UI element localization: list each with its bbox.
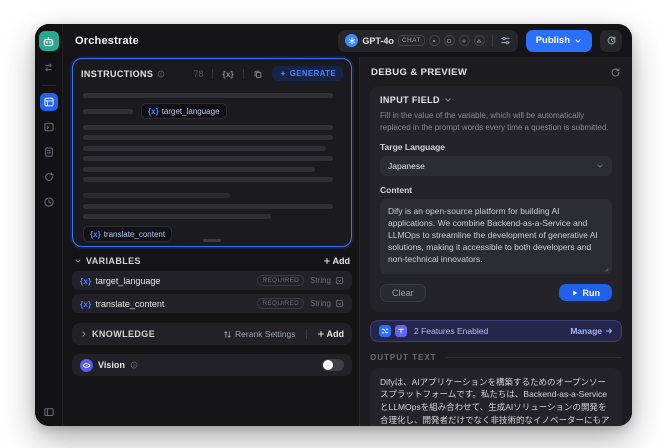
variable-tag-translate-content[interactable]: {x} translate_content [83, 226, 173, 242]
copy-prompt-icon[interactable] [253, 69, 263, 79]
required-badge: REQUIRED [257, 298, 305, 309]
chevron-down-icon[interactable] [74, 257, 82, 265]
insert-variable-icon[interactable]: {x} [222, 69, 233, 79]
add-variable-button[interactable]: Add [323, 256, 350, 266]
variable-tag-target-language[interactable]: {x} target_language [141, 103, 227, 119]
history-button[interactable] [600, 29, 622, 52]
instructions-header: INSTRUCTIONS 78 {x} GENERATE [73, 59, 351, 84]
info-icon [157, 70, 165, 78]
refresh-icon[interactable] [610, 67, 621, 78]
app-window: Orchestrate GPT-4o CHAT Publish INSTRUCT… [35, 24, 632, 426]
content-field-label: Content [380, 185, 413, 196]
top-bar: Orchestrate GPT-4o CHAT Publish [63, 24, 632, 57]
plus-icon [323, 258, 330, 264]
pill-divider [491, 34, 493, 47]
play-icon [572, 290, 577, 295]
sidebar-item-preview[interactable] [40, 118, 58, 136]
instructions-title: INSTRUCTIONS [81, 68, 154, 79]
input-field-title: INPUT FIELD [380, 95, 440, 105]
page-title: Orchestrate [75, 34, 139, 47]
collapse-panel-icon[interactable] [35, 406, 62, 418]
knowledge-title: KNOWLEDGE [92, 329, 156, 339]
language-select-value: Japanese [388, 161, 425, 172]
sidebar-item-orchestrate[interactable] [39, 93, 58, 111]
generate-button[interactable]: GENERATE [271, 66, 343, 81]
debug-title: DEBUG & PREVIEW [371, 67, 468, 78]
knowledge-section[interactable]: KNOWLEDGE Rerank Settings Add [72, 323, 352, 345]
char-count: 78 [193, 68, 204, 79]
chevron-down-icon [596, 162, 604, 170]
instructions-editor[interactable]: INSTRUCTIONS 78 {x} GENERATE {x} target_… [72, 58, 352, 247]
rerank-icon [224, 330, 231, 338]
model-capability-icon [443, 35, 455, 46]
model-name: GPT-4o [362, 35, 394, 46]
language-select[interactable]: Japanese [380, 156, 612, 177]
swap-icon[interactable] [40, 58, 58, 76]
input-field-card: INPUT FIELD Fill in the value of the var… [370, 86, 622, 312]
publish-button[interactable]: Publish [525, 29, 592, 52]
features-enabled-bar[interactable]: 2 Features Enabled Manage [370, 319, 622, 342]
model-selector[interactable]: GPT-4o CHAT [338, 29, 518, 52]
add-knowledge-button[interactable]: Add [317, 329, 344, 339]
sidebar-item-monitoring[interactable] [40, 193, 58, 211]
arrow-right-icon [606, 328, 612, 333]
clear-button[interactable]: Clear [380, 283, 426, 302]
rail-divider [41, 85, 56, 86]
output-divider [444, 356, 622, 358]
chevron-right-icon[interactable] [80, 330, 88, 338]
variable-row[interactable]: {x} target_language REQUIRED String [72, 271, 352, 290]
nav-rail [35, 24, 63, 426]
openai-logo-icon [345, 34, 359, 47]
sidebar-item-annotation[interactable] [40, 168, 58, 186]
variables-section-header: VARIABLES Add [72, 247, 352, 271]
configuration-panel: INSTRUCTIONS 78 {x} GENERATE {x} target_… [63, 57, 359, 426]
model-mode-badge: CHAT [397, 35, 425, 46]
prompt-content: {x} target_language {x} translate_conten… [73, 84, 351, 246]
resize-drag-handle[interactable] [203, 239, 221, 242]
resize-corner-icon[interactable] [602, 265, 609, 272]
output-card: Difyは、AIアプリケーションを構築するためのオープンソースプラットフォームで… [370, 367, 622, 426]
chevron-down-icon [444, 96, 452, 104]
history-icon [607, 36, 615, 45]
input-field-description: Fill in the value of the variable, which… [380, 111, 609, 132]
rerank-settings-button[interactable]: Rerank Settings [223, 329, 296, 339]
sidebar-item-logs[interactable] [40, 143, 58, 161]
language-field-label: Targe Language [380, 142, 446, 153]
output-text-title: OUTPUT TEXT [370, 352, 437, 362]
info-icon [130, 361, 138, 369]
content-value: Dify is an open-source platform for buil… [388, 206, 598, 265]
output-text: Difyは、AIアプリケーションを構築するためのオープンソースプラットフォームで… [380, 376, 610, 425]
run-button[interactable]: Run [558, 284, 612, 301]
features-label: 2 Features Enabled [414, 325, 489, 336]
app-robot-icon[interactable] [38, 31, 59, 51]
vision-toggle[interactable] [322, 359, 344, 371]
tune-sliders-icon[interactable] [500, 35, 511, 46]
variable-row[interactable]: {x} translate_content REQUIRED String [72, 294, 352, 313]
feature-more-like-this-icon [379, 324, 391, 337]
input-field-header[interactable]: INPUT FIELD [380, 95, 612, 105]
sparkle-icon [279, 70, 286, 76]
plus-icon [317, 331, 324, 337]
vision-label: Vision [98, 360, 125, 370]
required-badge: REQUIRED [257, 275, 305, 286]
model-capability-icon [458, 35, 470, 46]
string-type-icon[interactable] [335, 276, 344, 285]
publish-label: Publish [535, 35, 570, 46]
eye-icon [80, 358, 93, 372]
debug-panel: DEBUG & PREVIEW INPUT FIELD Fill in the … [359, 57, 632, 426]
feature-text-to-speech-icon [395, 324, 407, 337]
content-textarea[interactable]: Dify is an open-source platform for buil… [380, 199, 612, 274]
model-capability-icon [473, 35, 485, 46]
vision-section: Vision [72, 354, 352, 376]
manage-features-button[interactable]: Manage [570, 326, 613, 336]
chevron-down-icon [575, 39, 581, 42]
model-capability-icon [428, 35, 440, 46]
variables-title: VARIABLES [86, 256, 141, 266]
string-type-icon[interactable] [335, 299, 344, 308]
